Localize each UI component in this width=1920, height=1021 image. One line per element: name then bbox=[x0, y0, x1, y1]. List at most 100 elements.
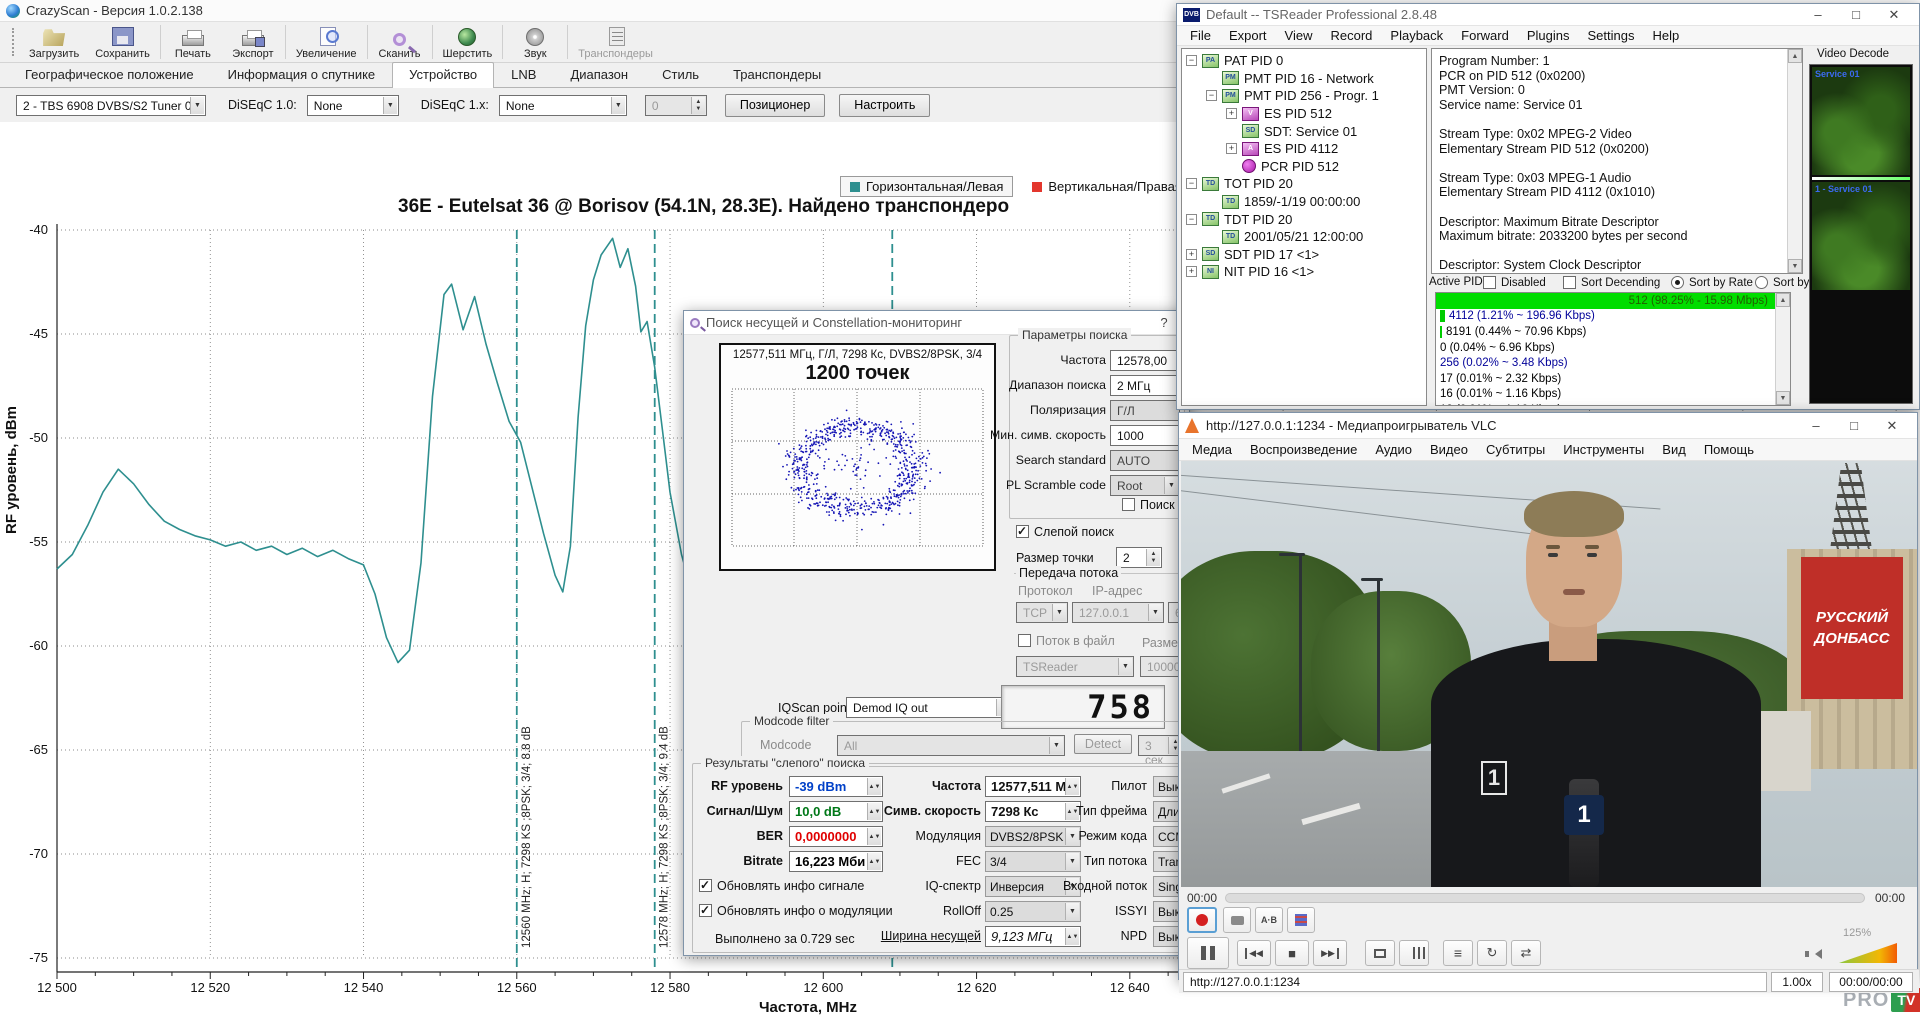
menu-item-plugins[interactable]: Plugins bbox=[1518, 27, 1579, 44]
toolbar-button-printer[interactable]: Печать bbox=[163, 22, 223, 62]
legend-item-vertical[interactable]: Вертикальная/Правая bbox=[1023, 177, 1191, 196]
tab-5[interactable]: Стиль bbox=[645, 62, 716, 87]
diseqc10-select[interactable]: None▼ bbox=[307, 95, 399, 116]
tab-1[interactable]: Информация о спутнике bbox=[211, 62, 393, 87]
snapshot-button[interactable] bbox=[1223, 907, 1251, 933]
result-value2-6[interactable]: 9,123 МГц▲▼ bbox=[985, 926, 1081, 947]
menu-item-settings[interactable]: Settings bbox=[1578, 27, 1643, 44]
menu-item-view[interactable]: View bbox=[1276, 27, 1322, 44]
result-value2-2[interactable]: DVBS2/8PSK▼ bbox=[985, 826, 1081, 847]
toolbar-button-sound-disc[interactable]: Звук bbox=[505, 22, 565, 62]
result-value2-1[interactable]: 7298 Кс▲▼ bbox=[985, 801, 1081, 822]
position-stepper[interactable]: 0▲▼ bbox=[645, 95, 707, 116]
result-value-0[interactable]: -39 dBm▲▼ bbox=[789, 776, 883, 797]
tab-4[interactable]: Диапазон bbox=[553, 62, 645, 87]
tree-item[interactable]: +NINIT PID 16 <1> bbox=[1182, 263, 1426, 281]
scroll-down-icon[interactable]: ▼ bbox=[1776, 391, 1790, 405]
settings-button[interactable] bbox=[1399, 940, 1429, 966]
stream-to-file-checkbox[interactable]: Поток в файл bbox=[1018, 634, 1115, 648]
result-value-1[interactable]: 10,0 dB▲▼ bbox=[789, 801, 883, 822]
fullscreen-button[interactable] bbox=[1365, 940, 1395, 966]
param-5-select[interactable]: Root▼ bbox=[1110, 475, 1180, 496]
menu-item-help[interactable]: Help bbox=[1643, 27, 1688, 44]
menu-item-вид[interactable]: Вид bbox=[1653, 441, 1695, 458]
tab-6[interactable]: Транспондеры bbox=[716, 62, 838, 87]
close-button[interactable]: ✕ bbox=[1873, 415, 1911, 437]
param-4-input[interactable]: AUTO bbox=[1110, 450, 1180, 471]
tree-item[interactable]: −TDTDT PID 20 bbox=[1182, 210, 1426, 228]
pid-row[interactable]: 8191 (0.44% ~ 70.96 Kbps) bbox=[1436, 324, 1790, 340]
ip-select[interactable]: 127.0.0.1▼ bbox=[1072, 602, 1164, 623]
toolbar-button-save-floppy[interactable]: Сохранить bbox=[87, 22, 158, 62]
toolbar-button-export-printer[interactable]: Экспорт bbox=[223, 22, 283, 62]
result-value-2[interactable]: 0,0000000▲▼ bbox=[789, 826, 883, 847]
result-value-3[interactable]: 16,223 Мби▲▼ bbox=[789, 851, 883, 872]
pid-row[interactable]: 256 (0.02% ~ 3.48 Kbps) bbox=[1436, 355, 1790, 371]
tree-item[interactable]: TD2001/05/21 12:00:00 bbox=[1182, 228, 1426, 246]
scroll-up-icon[interactable]: ▲ bbox=[1788, 49, 1802, 63]
detect-button[interactable]: Detect bbox=[1074, 734, 1132, 754]
menu-item-forward[interactable]: Forward bbox=[1452, 27, 1518, 44]
toolbar-button-open-folder[interactable]: Загрузить bbox=[21, 22, 87, 62]
expand-minus-icon[interactable]: − bbox=[1186, 178, 1197, 189]
menu-item-видео[interactable]: Видео bbox=[1421, 441, 1477, 458]
tree-item[interactable]: SDSDT: Service 01 bbox=[1182, 122, 1426, 140]
menu-item-помощь[interactable]: Помощь bbox=[1695, 441, 1763, 458]
tree-item[interactable]: +VES PID 512 bbox=[1182, 105, 1426, 123]
menu-item-субтитры[interactable]: Субтитры bbox=[1477, 441, 1554, 458]
next-button[interactable]: ▶▶ bbox=[1313, 940, 1347, 966]
scroll-down-icon[interactable]: ▼ bbox=[1788, 259, 1802, 273]
sort-descending-checkbox[interactable]: Sort Decending bbox=[1563, 276, 1660, 289]
update-info-checkbox[interactable]: Обновлять инфо сигнале bbox=[699, 879, 864, 893]
dot-size-stepper[interactable]: 2▲▼ bbox=[1116, 547, 1162, 568]
stop-button[interactable]: ■ bbox=[1275, 940, 1309, 966]
seek-bar[interactable] bbox=[1225, 893, 1865, 903]
tab-0[interactable]: Географическое положение bbox=[8, 62, 211, 87]
tab-3[interactable]: LNB bbox=[494, 62, 553, 87]
minimize-button[interactable]: – bbox=[1799, 4, 1837, 26]
param-3-input[interactable]: 1000 bbox=[1110, 425, 1180, 446]
menu-item-record[interactable]: Record bbox=[1321, 27, 1381, 44]
info-scrollbar[interactable]: ▲ ▼ bbox=[1787, 49, 1802, 273]
toolbar-button-globe-scan[interactable]: Шерстить bbox=[435, 22, 501, 62]
tree-item[interactable]: −TDTOT PID 20 bbox=[1182, 175, 1426, 193]
stream-url[interactable]: http://127.0.0.1:1234 bbox=[1183, 972, 1767, 992]
configure-button[interactable]: Настроить bbox=[839, 94, 930, 117]
tree-item[interactable]: PMPMT PID 16 - Network bbox=[1182, 70, 1426, 88]
pid-row[interactable]: 4112 (1.21% ~ 196.96 Kbps) bbox=[1436, 309, 1790, 325]
pid-row[interactable]: 17 (0.01% ~ 2.32 Kbps) bbox=[1436, 371, 1790, 387]
menu-item-медиа[interactable]: Медиа bbox=[1183, 441, 1241, 458]
expand-plus-icon[interactable]: + bbox=[1226, 108, 1237, 119]
tree-item[interactable]: TD1859/-1/19 00:00:00 bbox=[1182, 193, 1426, 211]
tree-item[interactable]: PCR PID 512 bbox=[1182, 158, 1426, 176]
expand-plus-icon[interactable]: + bbox=[1186, 249, 1197, 260]
expand-minus-icon[interactable]: − bbox=[1186, 214, 1197, 225]
result-value2-3[interactable]: 3/4▼ bbox=[985, 851, 1081, 872]
iqscan-select[interactable]: Demod IQ out▼ bbox=[846, 697, 1012, 718]
menu-item-export[interactable]: Export bbox=[1220, 27, 1276, 44]
speaker-icon[interactable] bbox=[1815, 949, 1822, 959]
tab-2[interactable]: Устройство bbox=[392, 62, 494, 88]
tree-item[interactable]: +AES PID 4112 bbox=[1182, 140, 1426, 158]
maximize-button[interactable]: □ bbox=[1837, 4, 1875, 26]
result-value2-0[interactable]: 12577,511 МГ▲▼ bbox=[985, 776, 1081, 797]
previous-button[interactable]: ◀◀ bbox=[1237, 940, 1271, 966]
param-0-input[interactable]: 12578,00 bbox=[1110, 350, 1180, 371]
expand-minus-icon[interactable]: − bbox=[1206, 90, 1217, 101]
maximize-button[interactable]: □ bbox=[1835, 415, 1873, 437]
result-value2-5[interactable]: 0.25▼ bbox=[985, 901, 1081, 922]
loop-button[interactable]: ↻ bbox=[1477, 940, 1507, 966]
blind-scan-checkbox[interactable]: Слепой поиск bbox=[1016, 525, 1114, 539]
menu-item-воспроизведение[interactable]: Воспроизведение bbox=[1241, 441, 1366, 458]
expand-minus-icon[interactable]: − bbox=[1186, 55, 1197, 66]
reader-select[interactable]: TSReader▼ bbox=[1016, 656, 1134, 677]
record-button[interactable] bbox=[1187, 907, 1217, 933]
frame-button[interactable] bbox=[1287, 907, 1315, 933]
tree-item[interactable]: −PMPMT PID 256 - Progr. 1 bbox=[1182, 87, 1426, 105]
pause-button[interactable] bbox=[1187, 937, 1229, 969]
pid-row[interactable]: 18 (0.01% ~ 1.16 Kbps) bbox=[1436, 402, 1790, 406]
toolbar-button-magnifier[interactable]: Сканить bbox=[370, 22, 430, 62]
pid-row[interactable]: 512 (98.25% - 15.98 Mbps) bbox=[1436, 293, 1790, 309]
playback-rate[interactable]: 1.00x bbox=[1771, 972, 1823, 992]
volume-slider[interactable] bbox=[1839, 943, 1897, 963]
